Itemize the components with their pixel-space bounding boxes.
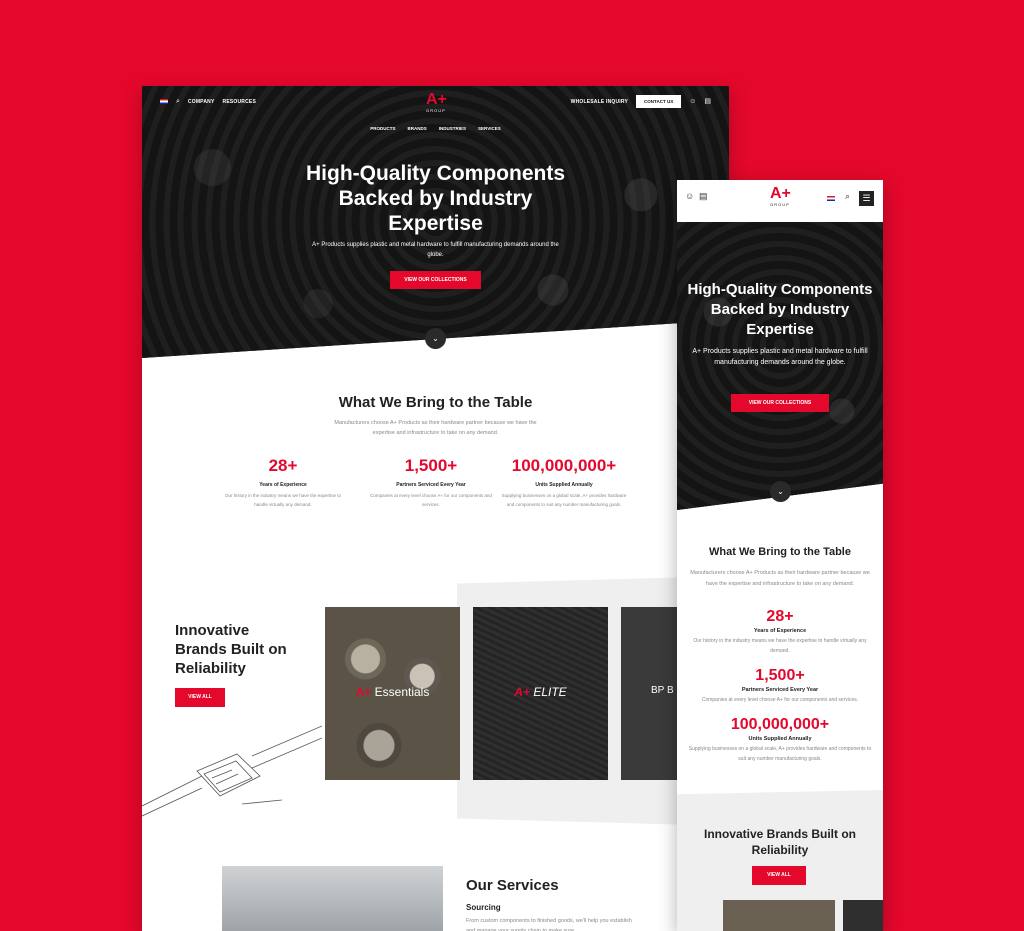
buckle-sketch xyxy=(142,725,322,817)
services-image xyxy=(222,866,443,931)
mobile-bring-subtitle: Manufacturers choose A+ Products as thei… xyxy=(690,570,870,587)
hero-subtitle: A+ Products supplies plastic and metal h… xyxy=(312,242,559,258)
mobile-mockup: ☺ ▤ A+ GROUP ⌕ ☰ High-Quality Components… xyxy=(677,180,883,931)
stat-label: Partners Serviced Every Year xyxy=(396,482,466,488)
brands-title: Innovative Brands Built on Reliability xyxy=(175,622,287,677)
search-icon[interactable]: ⌕ xyxy=(845,192,850,201)
brand-card-elite[interactable]: A+ ELITE xyxy=(473,607,608,780)
stat-number: 28+ xyxy=(766,608,794,625)
stat-description: Supplying businesses on a global scale, … xyxy=(688,746,872,762)
top-nav-left: ⌕ COMPANY RESOURCES xyxy=(160,98,256,105)
services-sourcing: Sourcing xyxy=(466,903,501,912)
logo-mark: A+ xyxy=(426,91,447,108)
menu-brands[interactable]: BRANDS xyxy=(408,126,427,131)
mobile-logo[interactable]: A+ GROUP xyxy=(770,185,791,208)
mobile-hero xyxy=(677,180,883,510)
stat-number: 100,000,000+ xyxy=(730,716,830,733)
brand-card-label: A+ Essentials xyxy=(355,685,430,699)
menu-products[interactable]: PRODUCTS xyxy=(370,126,395,131)
nav-wholesale[interactable]: WHOLESALE INQUIRY xyxy=(571,99,628,105)
hero-title: High-Quality Components Backed by Indust… xyxy=(306,162,565,235)
logo[interactable]: A+ GROUP xyxy=(426,91,447,114)
chevron-down-icon[interactable]: ⌄ xyxy=(425,328,446,349)
stat-description: Companies at every level choose A+ for o… xyxy=(370,493,492,507)
stat-label: Units Supplied Annually xyxy=(748,736,812,742)
stat-number: 28+ xyxy=(268,456,298,475)
nav-company[interactable]: COMPANY xyxy=(188,99,215,105)
brand-card-essentials[interactable]: A+ Essentials xyxy=(325,607,460,780)
contact-button[interactable]: CONTACT US xyxy=(636,95,682,108)
mobile-hero-title: High-Quality Components Backed by Indust… xyxy=(687,281,873,338)
stat-label: Partners Serviced Every Year xyxy=(741,687,819,693)
stat-description: Our history in the industry means we hav… xyxy=(693,638,867,654)
mobile-stat-partners: 1,500+ Partners Serviced Every Year Comp… xyxy=(677,667,883,705)
services-description: From custom components to finished goods… xyxy=(466,918,632,931)
mobile-brand-card[interactable] xyxy=(843,900,883,931)
main-menu: PRODUCTS BRANDS INDUSTRIES SERVICES xyxy=(142,126,729,131)
mobile-header: ☺ ▤ A+ GROUP ⌕ ☰ xyxy=(677,180,883,222)
menu-services[interactable]: SERVICES xyxy=(478,126,501,131)
stat-description: Supplying businesses on a global scale, … xyxy=(501,493,627,507)
mobile-hero-subtitle: A+ Products supplies plastic and metal h… xyxy=(692,348,868,366)
services-title: Our Services xyxy=(466,877,559,894)
stat-label: Units Supplied Annually xyxy=(535,482,593,488)
desktop-mockup: ⌕ COMPANY RESOURCES A+ GROUP WHOLESALE I… xyxy=(142,86,729,931)
flag-icon[interactable] xyxy=(827,196,835,201)
mobile-brands-title: Innovative Brands Built on Reliability xyxy=(703,827,856,857)
logo-mark: A+ xyxy=(770,185,791,202)
cart-icon[interactable]: ▤ xyxy=(704,98,711,105)
bring-subtitle: Manufacturers choose A+ Products as thei… xyxy=(334,420,537,436)
stat-experience: 28+ Years of Experience Our history in t… xyxy=(218,456,348,509)
flag-icon[interactable] xyxy=(160,99,168,104)
stat-units: 100,000,000+ Units Supplied Annually Sup… xyxy=(499,456,629,509)
menu-icon[interactable]: ☰ xyxy=(859,191,874,206)
mobile-stat-units: 100,000,000+ Units Supplied Annually Sup… xyxy=(677,716,883,764)
stat-number: 100,000,000+ xyxy=(511,456,617,475)
user-icon[interactable]: ☺ xyxy=(689,98,696,105)
mobile-bring-title: What We Bring to the Table xyxy=(709,546,851,558)
stat-label: Years of Experience xyxy=(753,628,807,634)
search-icon[interactable]: ⌕ xyxy=(176,98,180,105)
brand-card-bp[interactable]: BP B xyxy=(621,607,681,780)
user-icon[interactable]: ☺ xyxy=(685,192,694,201)
chevron-down-icon[interactable]: ⌄ xyxy=(770,481,791,502)
stat-number: 1,500+ xyxy=(755,667,805,684)
bring-title: What We Bring to the Table xyxy=(338,394,533,411)
mobile-view-collections-button[interactable]: VIEW OUR COLLECTIONS xyxy=(731,394,829,412)
brand-card-label: A+ ELITE xyxy=(514,685,567,699)
stat-label: Years of Experience xyxy=(259,482,307,488)
stat-description: Our history in the industry means we hav… xyxy=(224,493,342,507)
cart-icon[interactable]: ▤ xyxy=(699,192,708,201)
menu-industries[interactable]: INDUSTRIES xyxy=(439,126,466,131)
logo-sub: GROUP xyxy=(770,202,790,207)
mobile-stat-experience: 28+ Years of Experience Our history in t… xyxy=(677,608,883,656)
stat-description: Companies at every level choose A+ for o… xyxy=(701,697,859,703)
brand-card-label: BP B xyxy=(651,685,674,696)
logo-sub: GROUP xyxy=(426,108,446,113)
mobile-brand-card[interactable] xyxy=(723,900,835,931)
stat-number: 1,500+ xyxy=(404,456,458,475)
stat-partners: 1,500+ Partners Serviced Every Year Comp… xyxy=(366,456,496,509)
mobile-view-all-button[interactable]: VIEW ALL xyxy=(752,866,806,885)
top-nav-right: WHOLESALE INQUIRY CONTACT US ☺ ▤ xyxy=(571,95,711,108)
view-all-button[interactable]: VIEW ALL xyxy=(175,688,225,707)
nav-resources[interactable]: RESOURCES xyxy=(223,99,256,105)
view-collections-button[interactable]: VIEW OUR COLLECTIONS xyxy=(390,271,481,289)
